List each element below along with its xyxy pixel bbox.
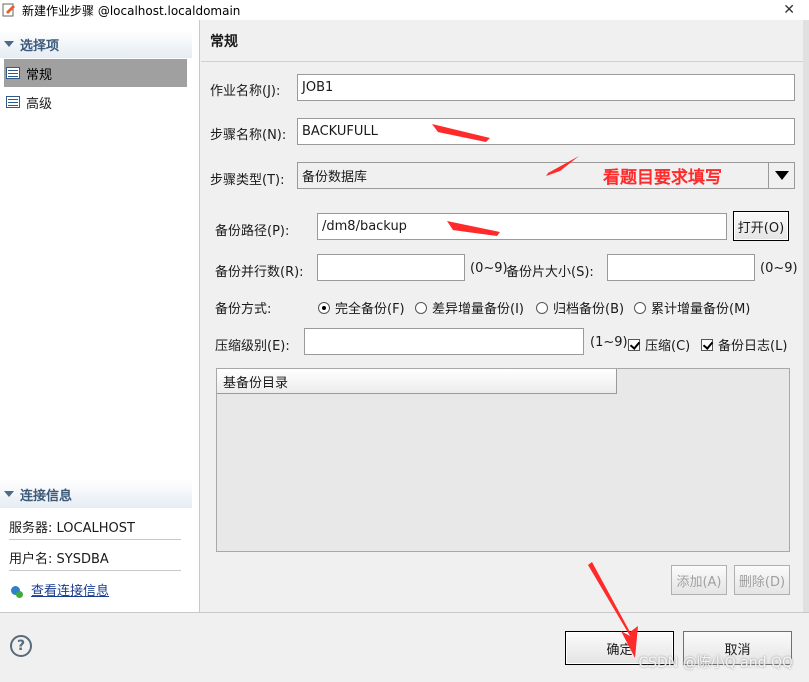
job-name-label: 作业名称(J):: [210, 84, 281, 99]
app-icon: [2, 3, 16, 17]
window-titlebar: 新建作业步骤 @localhost.localdomain ✕: [0, 0, 809, 20]
table-column-header[interactable]: 基备份目录: [217, 369, 617, 394]
checkbox-icon[interactable]: [628, 339, 640, 351]
step-name-input[interactable]: BACKUFULL: [297, 118, 795, 145]
radio-label: 归档备份(B): [553, 302, 625, 317]
window-title: 新建作业步骤 @localhost.localdomain: [22, 3, 241, 18]
checkbox-icon[interactable]: [701, 339, 713, 351]
open-button[interactable]: 打开(O): [733, 211, 789, 241]
conn-header-label: 连接信息: [20, 488, 73, 504]
piece-size-range: (0~9): [760, 261, 798, 276]
nav-item-label: 高级: [26, 96, 53, 112]
radio-icon[interactable]: [634, 302, 646, 314]
add-button[interactable]: 添加(A): [671, 565, 727, 595]
job-name-input[interactable]: JOB1: [297, 74, 795, 101]
delete-button[interactable]: 删除(D): [734, 565, 790, 595]
help-icon[interactable]: ?: [10, 635, 32, 657]
radio-label: 差异增量备份(I): [432, 302, 524, 317]
step-name-label: 步骤名称(N):: [210, 128, 287, 143]
divider: [9, 539, 181, 540]
backup-mode-label: 备份方式:: [215, 302, 272, 317]
nav-item-label: 常规: [26, 67, 53, 83]
checkbox-label: 备份日志(L): [718, 339, 788, 354]
radio-archive-backup[interactable]: 归档备份(B): [536, 298, 624, 317]
close-icon[interactable]: ✕: [783, 0, 795, 20]
radio-label: 完全备份(F): [335, 302, 405, 317]
parallel-label: 备份并行数(R):: [215, 265, 304, 280]
base-backup-dir-table[interactable]: 基备份目录: [216, 368, 790, 552]
radio-full-backup[interactable]: 完全备份(F): [318, 298, 405, 317]
radio-label: 累计增量备份(M): [651, 302, 751, 317]
connection-icon: [9, 585, 25, 599]
radio-icon[interactable]: [415, 302, 427, 314]
page-icon: [6, 96, 20, 108]
radio-diff-backup[interactable]: 差异增量备份(I): [415, 298, 524, 317]
compress-level-input[interactable]: [304, 328, 584, 355]
piece-size-input[interactable]: [607, 254, 755, 281]
parallel-input[interactable]: [317, 254, 465, 281]
collapse-triangle-icon[interactable]: [4, 41, 14, 47]
radio-icon[interactable]: [536, 302, 548, 314]
right-pane: 常规 作业名称(J): JOB1 步骤名称(N): BACKUFULL 步骤类型…: [201, 20, 809, 612]
view-conn-row: 查看连接信息: [9, 580, 109, 599]
backup-log-checkbox[interactable]: 备份日志(L): [701, 335, 787, 354]
user-info: 用户名: SYSDBA: [9, 552, 109, 567]
backup-path-label: 备份路径(P):: [215, 224, 290, 239]
dropdown-arrow-icon[interactable]: [768, 163, 794, 188]
divider: [9, 570, 181, 571]
options-header-label: 选择项: [20, 38, 60, 54]
left-pane: 选择项 常规 高级 连接信息 服务器: LOCALHOST 用户名: SYSDB…: [0, 20, 200, 612]
parallel-range: (0~9): [470, 261, 508, 276]
conn-section-header[interactable]: 连接信息: [0, 480, 192, 508]
server-info: 服务器: LOCALHOST: [9, 521, 135, 536]
collapse-triangle-icon[interactable]: [4, 491, 14, 497]
section-title: 常规: [201, 20, 809, 62]
compress-range: (1~9): [590, 335, 628, 350]
step-type-value: 备份数据库: [302, 170, 368, 185]
page-icon: [6, 67, 20, 79]
nav-item-general[interactable]: 常规: [4, 59, 187, 87]
step-type-label: 步骤类型(T):: [210, 173, 285, 188]
watermark: CSDN @陈小Q and QQ: [638, 655, 793, 671]
checkbox-label: 压缩(C): [645, 339, 691, 354]
scrollbar[interactable]: [803, 20, 809, 612]
annotation-note: 看题目要求填写: [603, 168, 722, 188]
view-conn-link[interactable]: 查看连接信息: [31, 584, 109, 599]
compress-checkbox[interactable]: 压缩(C): [628, 335, 690, 354]
radio-cumulative-backup[interactable]: 累计增量备份(M): [634, 298, 750, 317]
radio-icon[interactable]: [318, 302, 330, 314]
nav-item-advanced[interactable]: 高级: [4, 88, 187, 116]
piece-size-label: 备份片大小(S):: [506, 265, 594, 280]
backup-path-input[interactable]: /dm8/backup: [317, 213, 727, 240]
options-section-header[interactable]: 选择项: [0, 30, 192, 58]
compress-level-label: 压缩级别(E):: [215, 339, 290, 354]
